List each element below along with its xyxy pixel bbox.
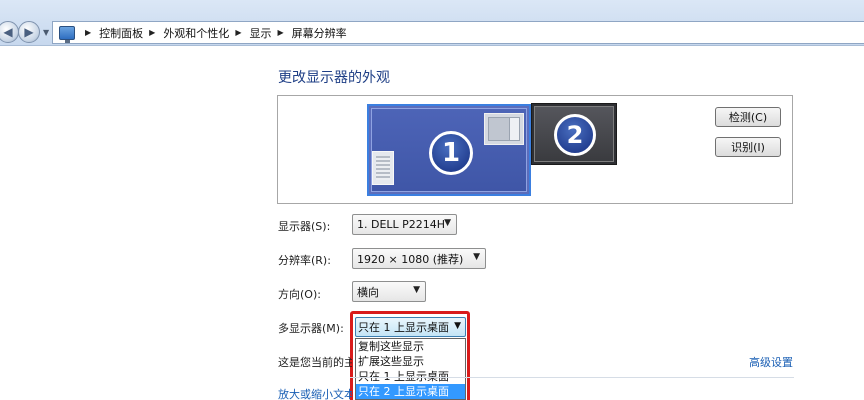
- display-select-value: 1. DELL P2214H: [357, 218, 446, 231]
- option-extend-displays[interactable]: 扩展这些显示: [356, 354, 465, 369]
- chevron-right-icon[interactable]: ▶: [235, 28, 241, 37]
- monitor-1-screen: 1: [371, 108, 527, 192]
- chevron-down-icon: ▼: [454, 321, 461, 331]
- monitor-2-number: 2: [554, 114, 596, 156]
- monitor-2-thumbnail[interactable]: 2: [531, 103, 617, 165]
- display-select[interactable]: 1. DELL P2214H ▼: [352, 214, 457, 235]
- orientation-select[interactable]: 横向 ▼: [352, 281, 426, 302]
- option-duplicate-displays[interactable]: 复制这些显示: [356, 339, 465, 354]
- breadcrumb-appearance[interactable]: 外观和个性化: [163, 25, 229, 41]
- chevron-right-icon[interactable]: ▶: [277, 28, 283, 37]
- window-thumbnail-icon: [484, 113, 524, 145]
- chevron-down-icon: ▼: [444, 218, 451, 228]
- main-display-status-text: 这是您当前的主: [278, 356, 352, 369]
- taskbar-thumbnail-icon: [372, 151, 394, 185]
- page-title: 更改显示器的外观: [278, 70, 390, 86]
- navigation-bar: ◀ ▶ ▼ ▶ 控制面板 ▶ 外观和个性化 ▶ 显示 ▶ 屏幕分辨率: [0, 0, 864, 46]
- monitor-1-number: 1: [429, 131, 473, 175]
- resolution-select[interactable]: 1920 × 1080 (推荐) ▼: [352, 248, 486, 269]
- chevron-down-icon: ▼: [413, 285, 420, 295]
- orientation-select-value: 横向: [357, 285, 379, 299]
- advanced-settings-link[interactable]: 高级设置: [749, 354, 793, 370]
- monitor-2-screen: 2: [534, 106, 614, 162]
- multiple-displays-select[interactable]: 只在 1 上显示桌面 ▼: [355, 317, 466, 337]
- monitor-preview-panel: 1 2 检测(C) 识别(I): [277, 95, 793, 204]
- resolution-label: 分辨率(R):: [278, 254, 331, 267]
- text-size-link[interactable]: 放大或缩小文本: [278, 386, 352, 400]
- divider: [350, 377, 794, 378]
- detect-button[interactable]: 检测(C): [715, 107, 781, 127]
- chevron-right-icon[interactable]: ▶: [149, 28, 155, 37]
- multiple-displays-label: 多显示器(M):: [278, 322, 344, 335]
- back-arrow-icon: ◀: [3, 25, 13, 39]
- forward-arrow-icon: ▶: [24, 25, 34, 39]
- resolution-select-value: 1920 × 1080 (推荐): [357, 252, 464, 266]
- breadcrumb-display[interactable]: 显示: [249, 25, 271, 41]
- chevron-down-icon: ▼: [473, 252, 480, 262]
- option-show-only-on-2[interactable]: 只在 2 上显示桌面: [356, 384, 465, 399]
- back-button[interactable]: ◀: [0, 21, 19, 43]
- multiple-displays-highlight: 只在 1 上显示桌面 ▼ 复制这些显示 扩展这些显示 只在 1 上显示桌面 只在…: [350, 311, 470, 400]
- identify-button[interactable]: 识别(I): [715, 137, 781, 157]
- monitor-1-thumbnail[interactable]: 1: [367, 104, 531, 196]
- forward-button[interactable]: ▶: [18, 21, 40, 43]
- control-panel-icon: [59, 25, 75, 43]
- breadcrumb-screen-resolution[interactable]: 屏幕分辨率: [292, 25, 347, 41]
- recent-pages-dropdown-icon[interactable]: ▼: [43, 28, 49, 37]
- multiple-displays-select-value: 只在 1 上显示桌面: [358, 321, 449, 334]
- display-label: 显示器(S):: [278, 220, 331, 233]
- multiple-displays-dropdown: 复制这些显示 扩展这些显示 只在 1 上显示桌面 只在 2 上显示桌面: [355, 338, 466, 400]
- breadcrumb-control-panel[interactable]: 控制面板: [99, 25, 143, 41]
- address-bar[interactable]: ▶ 控制面板 ▶ 外观和个性化 ▶ 显示 ▶ 屏幕分辨率: [52, 21, 864, 44]
- orientation-label: 方向(O):: [278, 288, 321, 301]
- chevron-right-icon[interactable]: ▶: [85, 28, 91, 37]
